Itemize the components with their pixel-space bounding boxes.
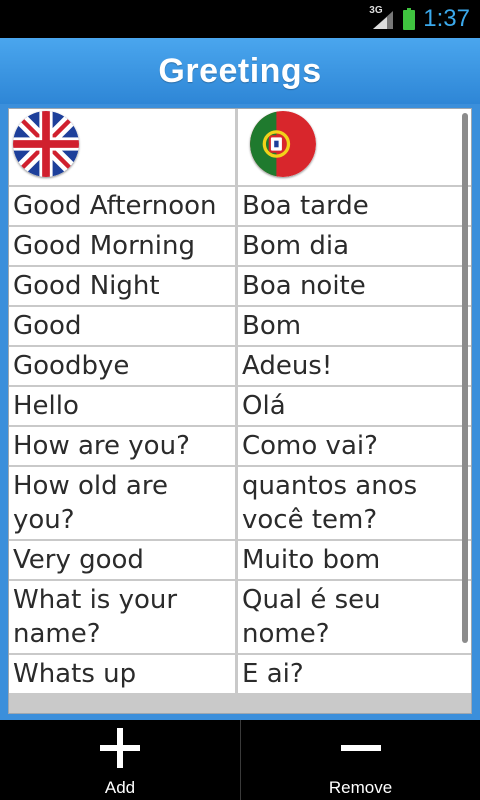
table-row[interactable]: Goodbye Adeus! [9, 347, 471, 385]
portuguese-cell: Boa noite [238, 267, 471, 305]
english-cell: Goodbye [9, 347, 235, 385]
english-cell: Good [9, 307, 235, 345]
remove-button[interactable]: Remove [240, 720, 480, 800]
table-header-row [9, 109, 471, 185]
status-bar: 3G 1:37 [0, 0, 480, 38]
portuguese-cell: Bom [238, 307, 471, 345]
english-cell: Whats up [9, 655, 235, 693]
portuguese-cell: Olá [238, 387, 471, 425]
table-row[interactable]: Good Afternoon Boa tarde [9, 187, 471, 225]
table-row[interactable]: Whats up E ai? [9, 655, 471, 693]
remove-button-label: Remove [328, 778, 393, 797]
page-title: Greetings [158, 51, 322, 90]
portuguese-cell: Como vai? [238, 427, 471, 465]
portugal-flag-icon [250, 111, 316, 177]
clock: 1:37 [423, 5, 470, 32]
add-button[interactable]: Add [0, 720, 240, 800]
title-bar: Greetings [0, 38, 480, 104]
table-row[interactable]: Good Morning Bom dia [9, 227, 471, 265]
portuguese-cell: quantos anos você tem? [238, 467, 471, 539]
english-cell: How are you? [9, 427, 235, 465]
phrase-table[interactable]: Good Afternoon Boa tarde Good Morning Bo… [8, 108, 472, 714]
table-row[interactable]: What is your name? Qual é seu nome? [9, 581, 471, 653]
table-row[interactable]: Very good Muito bom [9, 541, 471, 579]
signal-icon: 3G [369, 5, 395, 31]
uk-flag-icon [13, 111, 79, 177]
english-cell: Good Morning [9, 227, 235, 265]
content-area: Good Afternoon Boa tarde Good Morning Bo… [0, 104, 480, 720]
plus-icon [100, 728, 140, 768]
portuguese-cell: E ai? [238, 655, 471, 693]
add-button-label: Add [104, 778, 136, 797]
english-cell: Good Night [9, 267, 235, 305]
english-cell: Good Afternoon [9, 187, 235, 225]
english-cell: How old are you? [9, 467, 235, 539]
battery-icon [403, 8, 416, 30]
portuguese-cell: Adeus! [238, 347, 471, 385]
portuguese-cell: Bom dia [238, 227, 471, 265]
scrollbar[interactable] [462, 113, 468, 643]
english-cell: Very good [9, 541, 235, 579]
bottom-action-bar: Add Remove [0, 720, 480, 800]
table-row[interactable]: How old are you? quantos anos você tem? [9, 467, 471, 539]
table-row[interactable]: Good Bom [9, 307, 471, 345]
minus-icon [340, 728, 381, 768]
table-row[interactable]: Hello Olá [9, 387, 471, 425]
portuguese-cell: Qual é seu nome? [238, 581, 471, 653]
table-row[interactable]: Good Night Boa noite [9, 267, 471, 305]
portuguese-cell: Muito bom [238, 541, 471, 579]
english-cell: What is your name? [9, 581, 235, 653]
english-column-header [9, 109, 235, 185]
portuguese-column-header [238, 109, 471, 185]
table-row[interactable]: How are you? Como vai? [9, 427, 471, 465]
portuguese-cell: Boa tarde [238, 187, 471, 225]
english-cell: Hello [9, 387, 235, 425]
